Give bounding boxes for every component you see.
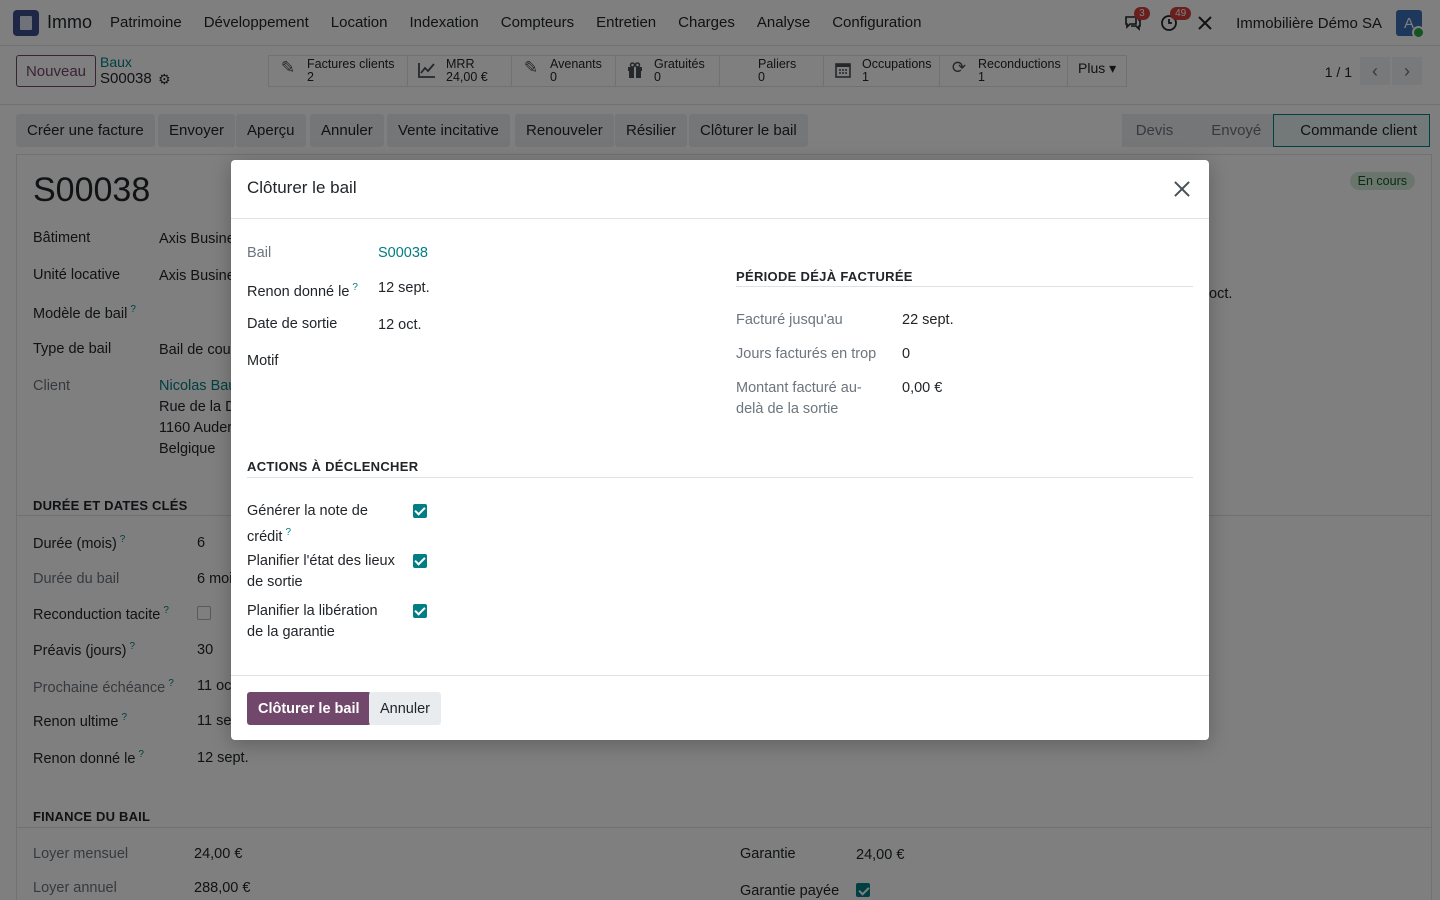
extra-amount-label: Montant facturé au-delà de la sortie xyxy=(736,380,862,417)
dialog-header: Clôturer le bail xyxy=(231,160,1209,219)
dialog-footer: Clôturer le bail Annuler xyxy=(231,675,1209,740)
bail-link[interactable]: S00038 xyxy=(378,243,428,264)
billed-until-value: 22 sept. xyxy=(902,312,954,328)
divider xyxy=(247,477,1193,478)
help-tooltip-icon: ? xyxy=(285,527,292,538)
guarantee-release-label: Planifier la libération de la garantie xyxy=(247,603,378,640)
extra-days-label: Jours facturés en trop xyxy=(736,346,877,362)
divider xyxy=(736,286,1193,287)
help-tooltip-icon: ? xyxy=(352,282,358,293)
motif-label: Motif xyxy=(247,353,279,369)
bail-label: Bail xyxy=(247,245,272,261)
credit-note-label: Générer la note de crédit? xyxy=(247,503,368,545)
exit-inspection-checkbox[interactable] xyxy=(413,554,427,568)
dialog-title: Clôturer le bail xyxy=(247,178,357,197)
credit-note-checkbox[interactable] xyxy=(413,504,427,518)
close-icon[interactable] xyxy=(1169,176,1195,202)
extra-amount-value: 0,00 € xyxy=(902,380,943,396)
cancel-button[interactable]: Annuler xyxy=(369,692,441,725)
extra-days-value: 0 xyxy=(902,346,911,362)
confirm-close-lease-button[interactable]: Clôturer le bail xyxy=(247,692,371,725)
renon-label: Renon donné le? xyxy=(247,282,358,300)
actions-section-title: ACTIONS À DÉCLENCHER xyxy=(247,459,419,474)
exit-date-label: Date de sortie xyxy=(247,316,338,332)
motif-field[interactable] xyxy=(378,351,678,372)
guarantee-release-checkbox[interactable] xyxy=(413,604,427,618)
exit-inspection-label: Planifier l'état des lieux de sortie xyxy=(247,553,395,590)
billed-until-label: Facturé jusqu'au xyxy=(736,312,843,328)
close-lease-dialog: Clôturer le bail Bail S00038 Renon donné… xyxy=(231,160,1209,740)
billed-period-title: PÉRIODE DÉJÀ FACTURÉE xyxy=(736,269,913,284)
renon-date-field[interactable]: 12 sept. xyxy=(378,278,430,299)
exit-date-field[interactable]: 12 oct. xyxy=(378,315,422,336)
